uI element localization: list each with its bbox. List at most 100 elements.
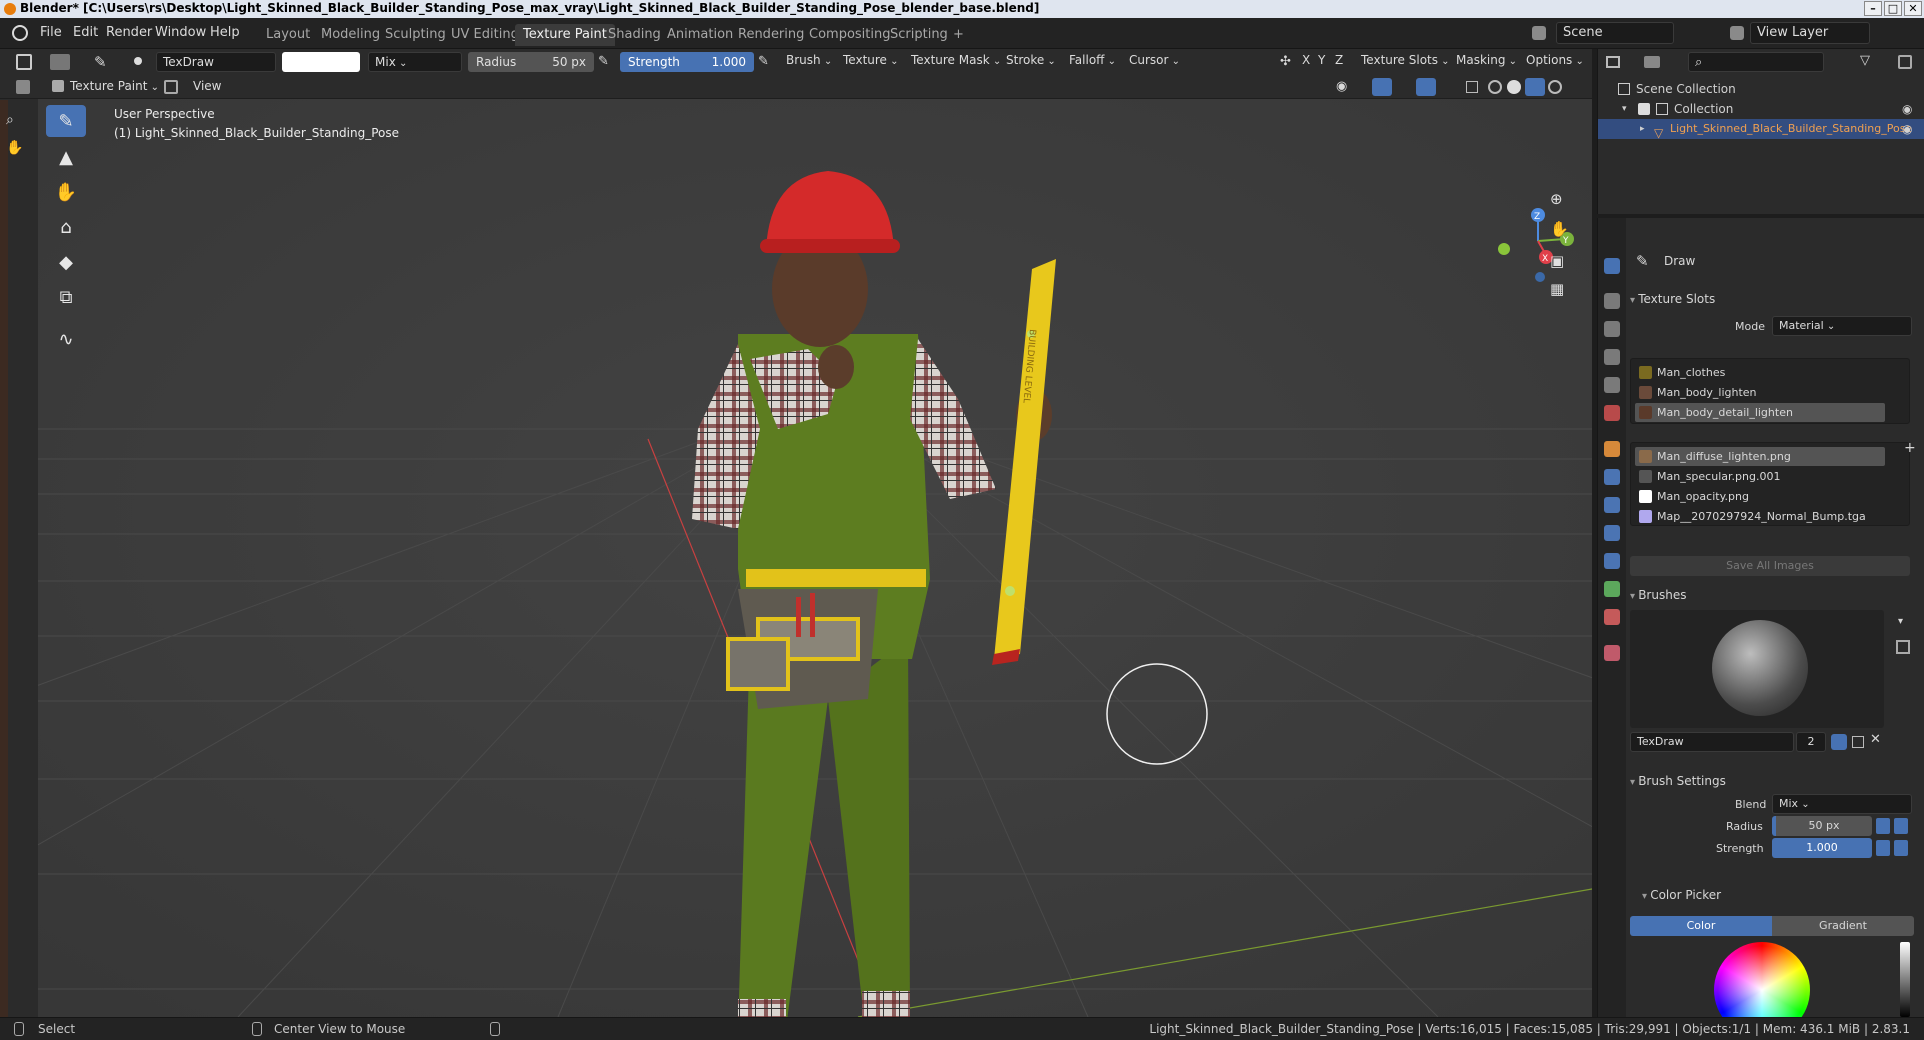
pan-hand-icon[interactable]: ✋ [1550, 220, 1569, 238]
display-mode-icon[interactable] [1644, 56, 1660, 68]
fill-tool-button[interactable]: ◆ [46, 246, 86, 278]
radius-slider[interactable]: Radius 50 px [468, 52, 594, 72]
brush-color-swatch[interactable] [282, 52, 360, 72]
radius-pressure-icon[interactable] [1876, 818, 1890, 834]
perspective-grid-icon[interactable]: ▦ [1550, 280, 1564, 298]
texture-mask-menu[interactable]: Texture Mask [911, 53, 1001, 67]
shading-rendered-icon[interactable] [1548, 80, 1562, 94]
add-workspace-button[interactable]: + [945, 24, 972, 46]
texture-slot-mode-dropdown[interactable]: Material [1772, 316, 1912, 336]
list-item[interactable]: Man_body_lighten [1635, 383, 1885, 402]
annotate-tool-button[interactable]: ∿ [46, 323, 86, 355]
view-menu[interactable]: View [193, 79, 221, 93]
texture-menu[interactable]: Texture [843, 53, 899, 67]
minimize-button[interactable]: – [1864, 1, 1882, 16]
tool-icon[interactable] [50, 54, 70, 70]
tab-animation[interactable]: Animation [659, 24, 741, 46]
gizmo-toggle-icon[interactable] [1372, 78, 1392, 96]
clone-tool-button[interactable]: ⌂ [46, 211, 86, 243]
falloff-menu[interactable]: Falloff [1069, 53, 1116, 67]
shading-solid-icon[interactable] [1507, 80, 1521, 94]
brush-settings-panel-header[interactable]: Brush Settings [1630, 774, 1726, 788]
collection-visibility-eye-icon[interactable]: ◉ [1902, 99, 1912, 119]
blend-mode-dropdown[interactable]: Mix [368, 52, 462, 72]
data-tab-icon[interactable] [1604, 581, 1620, 597]
texture-slots-panel-header[interactable]: Texture Slots [1630, 292, 1715, 306]
list-item[interactable]: Man_specular.png.001 [1635, 467, 1885, 486]
mode-dropdown[interactable]: Texture Paint [70, 79, 159, 93]
outliner-editor-icon[interactable] [1606, 56, 1620, 68]
strength-pressure-icon[interactable] [1876, 840, 1890, 856]
menu-file[interactable]: File [40, 25, 62, 40]
menu-render[interactable]: Render [106, 25, 152, 40]
list-item[interactable]: Map__2070297924_Normal_Bump.tga [1635, 507, 1885, 526]
strength-slider[interactable]: Strength 1.000 [620, 52, 754, 72]
expand-arrow-icon[interactable]: ▾ [1622, 99, 1627, 119]
unlink-brush-icon[interactable]: ✕ [1870, 732, 1881, 747]
outliner-row-scene-collection[interactable]: Scene Collection [1598, 79, 1924, 99]
draw-tool-button[interactable]: ✎ [46, 105, 86, 137]
camera-icon[interactable]: ▣ [1550, 252, 1564, 270]
soften-tool-button[interactable]: ▲ [46, 141, 86, 173]
list-item[interactable]: Man_opacity.png [1635, 487, 1885, 506]
strength-unified-icon[interactable] [1894, 840, 1908, 856]
editor-type-icon[interactable] [16, 54, 32, 70]
output-tab-icon[interactable] [1604, 321, 1620, 337]
scene-tab-icon[interactable] [1604, 377, 1620, 393]
brush-datablock-name[interactable]: TexDraw [1630, 732, 1794, 752]
scene-icon[interactable] [1532, 26, 1546, 40]
color-tab[interactable]: Color [1630, 916, 1772, 936]
view-layer-icon[interactable] [1730, 26, 1744, 40]
new-collection-icon[interactable] [1898, 55, 1912, 69]
brush-user-count[interactable]: 2 [1796, 732, 1826, 752]
scene-field[interactable]: Scene [1556, 22, 1674, 44]
view-layer-tab-icon[interactable] [1604, 349, 1620, 365]
expand-arrow-icon[interactable]: ▸ [1640, 119, 1645, 139]
viewport-editor-icon[interactable] [16, 80, 30, 94]
filter-icon[interactable]: ▽ [1860, 53, 1870, 68]
brush-icon[interactable]: ✎ [94, 53, 107, 71]
options-menu[interactable]: Options [1526, 53, 1584, 67]
brush-radius-slider[interactable]: 50 px [1772, 816, 1872, 836]
world-tab-icon[interactable] [1604, 405, 1620, 421]
viewport-scene[interactable]: BUILDING LEVEL Z Y X [38, 99, 1592, 1017]
brush-strength-slider[interactable]: 1.000 [1772, 838, 1872, 858]
object-visibility-eye-icon[interactable]: ◉ [1902, 119, 1912, 139]
outliner-row-object[interactable]: ▸ ▽ Light_Skinned_Black_Builder_Standing… [1598, 119, 1924, 140]
collection-checkbox[interactable] [1638, 103, 1650, 115]
physics-tab-icon[interactable] [1604, 525, 1620, 541]
list-item[interactable]: Man_clothes [1635, 363, 1885, 382]
hand-pan-icon[interactable]: ✋ [6, 140, 23, 156]
radius-unit-icon[interactable] [1894, 818, 1908, 834]
shading-wireframe-icon[interactable] [1488, 80, 1502, 94]
symmetry-icon[interactable]: ✣ [1280, 54, 1291, 69]
brush-browse-icon[interactable] [134, 57, 142, 65]
color-wheel[interactable] [1714, 942, 1810, 1017]
brush-blend-dropdown[interactable]: Mix [1772, 794, 1912, 814]
list-item[interactable]: Man_diffuse_lighten.png [1635, 447, 1885, 466]
texture-tab-icon[interactable] [1604, 645, 1620, 661]
tool-tab-icon[interactable] [1604, 258, 1620, 274]
menu-window[interactable]: Window [155, 25, 206, 40]
value-slider[interactable] [1900, 942, 1910, 1017]
fake-user-shield-icon[interactable] [1831, 734, 1847, 750]
brush-name-field[interactable]: TexDraw [156, 52, 276, 72]
menu-edit[interactable]: Edit [73, 25, 98, 40]
object-tab-icon[interactable] [1604, 441, 1620, 457]
brush-list-arrow-icon[interactable]: ▾ [1898, 616, 1903, 627]
stroke-menu[interactable]: Stroke [1006, 53, 1056, 67]
mirror-z-toggle[interactable]: Z [1335, 53, 1343, 67]
gradient-tab[interactable]: Gradient [1772, 916, 1914, 936]
save-all-images-button[interactable]: Save All Images [1630, 556, 1910, 576]
smear-tool-button[interactable]: ✋ [46, 176, 86, 208]
cursor-menu[interactable]: Cursor [1129, 53, 1180, 67]
radius-pressure-icon[interactable]: ✎ [598, 54, 609, 69]
overlay-toggle-icon[interactable] [1416, 78, 1436, 96]
outliner-row-collection[interactable]: ▾ Collection ◉ [1598, 99, 1924, 119]
color-picker-panel-header[interactable]: Color Picker [1642, 888, 1721, 902]
brush-menu[interactable]: Brush [786, 53, 832, 67]
outliner-search-field[interactable]: ⌕ [1688, 52, 1824, 72]
render-tab-icon[interactable] [1604, 293, 1620, 309]
menu-help[interactable]: Help [210, 25, 240, 40]
tab-layout[interactable]: Layout [258, 24, 318, 46]
